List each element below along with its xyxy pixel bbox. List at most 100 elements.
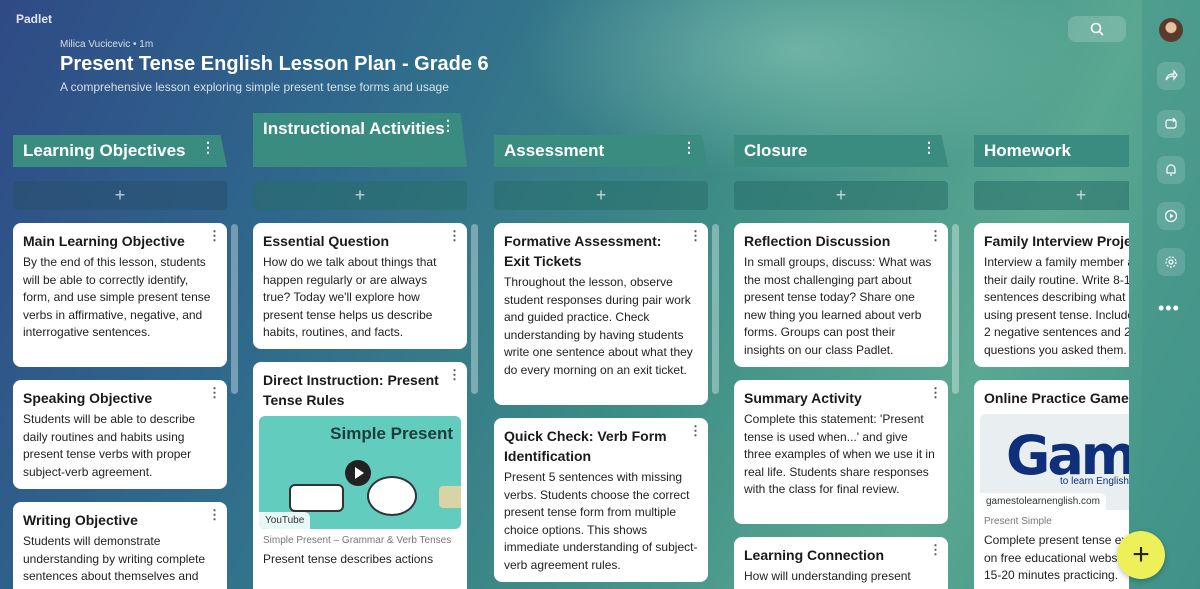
column-title: Assessment (504, 141, 605, 160)
post-menu-icon[interactable]: ⋮ (929, 385, 942, 401)
column-scrollbar[interactable] (952, 224, 959, 394)
plant-illustration (439, 486, 461, 508)
remake-icon (1165, 117, 1177, 129)
post-body: Complete present tense exercises on free… (984, 533, 1129, 582)
post-body: In small groups, discuss: What was the m… (744, 255, 932, 357)
add-post-fab[interactable]: + (1117, 531, 1165, 579)
games-logo-tagline: to learn English (1060, 476, 1129, 487)
post-body: Complete this statement: 'Present tense … (744, 412, 935, 496)
add-post-button[interactable]: + (734, 181, 948, 210)
column-menu-icon[interactable]: ⋮ (922, 139, 936, 156)
post-card[interactable]: ⋮ Formative Assessment: Exit Tickets Thr… (494, 223, 708, 405)
column-menu-icon[interactable]: ⋮ (201, 139, 215, 156)
post-menu-icon[interactable]: ⋮ (448, 228, 461, 244)
add-post-button[interactable]: + (253, 181, 467, 210)
post-title: Family Interview Project (984, 233, 1129, 249)
video-title-art: Simple Present (330, 424, 453, 443)
post-title: Online Practice Games (984, 390, 1129, 406)
column-header[interactable]: Assessment ⋮ (494, 135, 708, 167)
notifications-button[interactable] (1157, 156, 1185, 184)
attachment-caption: Simple Present – Grammar & Verb Tenses (263, 535, 452, 546)
post-menu-icon[interactable]: ⋮ (448, 367, 461, 383)
post-card[interactable]: ⋮ Learning Connection How will understan… (734, 537, 948, 589)
post-title: Reflection Discussion (744, 233, 891, 249)
column-menu-icon[interactable]: ⋮ (441, 117, 455, 134)
column-title: Closure (744, 141, 808, 160)
column-title: Homework (984, 141, 1071, 160)
post-title: Direct Instruction: Present Tense Rules (263, 372, 439, 408)
post-body: How will understanding present (744, 569, 911, 583)
post-card[interactable]: ⋮ Essential Question How do we talk abou… (253, 223, 467, 349)
bed-illustration (289, 484, 344, 512)
post-card[interactable]: ⋮ Main Learning Objective By the end of … (13, 223, 227, 367)
play-icon (1164, 209, 1178, 223)
share-arrow-icon (1165, 69, 1178, 81)
bell-icon (1166, 164, 1176, 176)
search-button[interactable] (1068, 16, 1126, 42)
column-header[interactable]: Instructional Activities ⋮ (253, 113, 467, 167)
post-card[interactable]: ⋮ Reflection Discussion In small groups,… (734, 223, 948, 367)
post-menu-icon[interactable]: ⋮ (689, 228, 702, 244)
column-title: Instructional Activities (263, 119, 445, 138)
column-header[interactable]: Homework ⋮ (974, 135, 1129, 167)
post-title: Speaking Objective (23, 390, 153, 406)
add-post-button[interactable]: + (13, 181, 227, 210)
post-card[interactable]: ⋮ Speaking Objective Students will be ab… (13, 380, 227, 489)
post-menu-icon[interactable]: ⋮ (208, 385, 221, 401)
post-menu-icon[interactable]: ⋮ (929, 542, 942, 558)
avatar[interactable] (1159, 18, 1183, 42)
post-card[interactable]: ⋮ Summary Activity Complete this stateme… (734, 380, 948, 524)
column-header[interactable]: Learning Objectives ⋮ (13, 135, 227, 167)
post-card[interactable]: Online Practice Games Game to learn Engl… (974, 380, 1129, 589)
post-title: Learning Connection (744, 547, 884, 563)
add-post-button[interactable]: + (974, 181, 1129, 210)
post-card[interactable]: Family Interview Project Interview a fam… (974, 223, 1129, 367)
post-body: Students will demonstrate understanding … (23, 534, 206, 583)
post-title: Main Learning Objective (23, 233, 185, 249)
link-preview[interactable]: Game to learn English gamestolearnenglis… (980, 414, 1129, 510)
post-body: Present tense describes actions (263, 552, 434, 566)
right-rail: ••• (1142, 0, 1200, 589)
board-columns: Learning Objectives ⋮ + ⋮ Main Learning … (13, 110, 1129, 589)
column-header[interactable]: Closure ⋮ (734, 135, 948, 167)
video-source-label: YouTube (259, 512, 311, 529)
page-subtitle: A comprehensive lesson exploring simple … (60, 80, 449, 94)
post-title: Formative Assessment: Exit Tickets (504, 233, 662, 269)
search-icon (1090, 22, 1104, 36)
column-scrollbar[interactable] (471, 224, 478, 394)
page-title: Present Tense English Lesson Plan - Grad… (60, 53, 489, 75)
post-body: Interview a family member about their da… (984, 255, 1129, 357)
column-scrollbar[interactable] (231, 224, 238, 394)
post-menu-icon[interactable]: ⋮ (689, 423, 702, 439)
column-title: Learning Objectives (23, 141, 186, 160)
gear-icon (1165, 256, 1177, 268)
more-options-icon[interactable]: ••• (1158, 298, 1180, 319)
remake-button[interactable] (1157, 110, 1185, 138)
share-button[interactable] (1157, 62, 1185, 90)
post-body: How do we talk about things that happen … (263, 255, 437, 339)
add-post-button[interactable]: + (494, 181, 708, 210)
column-menu-icon[interactable]: ⋮ (682, 139, 696, 156)
link-url[interactable]: gamestolearnenglish.com (980, 493, 1106, 510)
post-body: Students will be able to describe daily … (23, 412, 196, 479)
post-body: By the end of this lesson, students will… (23, 255, 211, 339)
settings-button[interactable] (1157, 248, 1185, 276)
post-menu-icon[interactable]: ⋮ (929, 228, 942, 244)
attachment-caption: Present Simple (984, 516, 1052, 527)
post-menu-icon[interactable]: ⋮ (208, 507, 221, 523)
post-title: Essential Question (263, 233, 390, 249)
slideshow-button[interactable] (1157, 202, 1185, 230)
post-card[interactable]: ⋮ Quick Check: Verb Form Identification … (494, 418, 708, 582)
post-body: Throughout the lesson, observe student r… (504, 275, 693, 377)
post-title: Writing Objective (23, 512, 138, 528)
post-title: Quick Check: Verb Form Identification (504, 428, 667, 464)
post-menu-icon[interactable]: ⋮ (208, 228, 221, 244)
play-icon[interactable] (345, 460, 371, 486)
post-card[interactable]: ⋮ Direct Instruction: Present Tense Rule… (253, 362, 467, 589)
padlet-logo[interactable]: Padlet (16, 12, 52, 26)
post-card[interactable]: ⋮ Writing Objective Students will demons… (13, 502, 227, 589)
author-line: Milica Vucicevic • 1m (60, 39, 154, 50)
post-body: Present 5 sentences with missing verbs. … (504, 470, 698, 572)
column-scrollbar[interactable] (712, 224, 719, 394)
video-thumbnail[interactable]: Simple Present YouTube (259, 416, 461, 529)
